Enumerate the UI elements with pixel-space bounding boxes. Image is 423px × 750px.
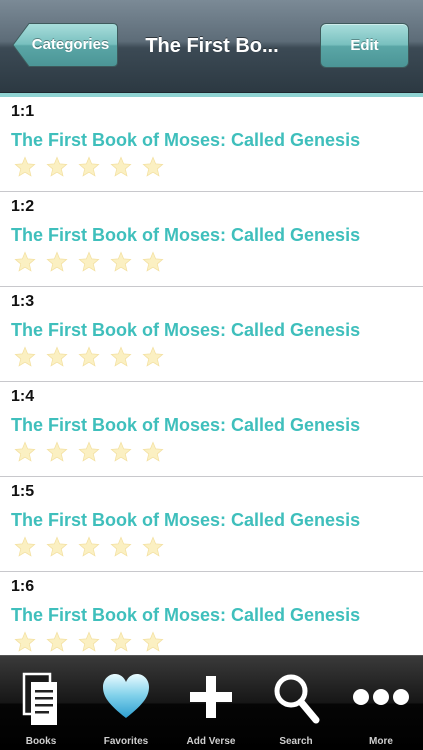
tab-add-verse-label: Add Verse	[186, 736, 236, 747]
star-icon[interactable]	[46, 441, 68, 463]
tab-books[interactable]: Books	[1, 662, 81, 750]
star-icon[interactable]	[14, 441, 36, 463]
star-icon[interactable]	[110, 631, 132, 653]
verse-row[interactable]: 1:3 The First Book of Moses: Called Genes…	[0, 287, 423, 382]
edit-button[interactable]: Edit	[320, 23, 409, 68]
verse-book-title: The First Book of Moses: Called Genesis	[11, 320, 361, 340]
verse-reference: 1:1	[11, 103, 35, 120]
back-button-label: Categories	[31, 36, 110, 53]
tab-search[interactable]: Search	[256, 662, 336, 750]
star-icon[interactable]	[110, 536, 132, 558]
star-icon[interactable]	[46, 631, 68, 653]
verse-book-title: The First Book of Moses: Called Genesis	[11, 415, 361, 435]
heart-icon	[86, 672, 166, 728]
star-icon[interactable]	[142, 536, 164, 558]
star-icon[interactable]	[142, 156, 164, 178]
tab-more[interactable]: More	[341, 662, 421, 750]
star-icon[interactable]	[142, 631, 164, 653]
verse-reference: 1:6	[11, 578, 35, 595]
verse-row[interactable]: 1:4 The First Book of Moses: Called Genes…	[0, 382, 423, 477]
star-icon[interactable]	[46, 156, 68, 178]
tab-favorites[interactable]: Favorites	[86, 662, 166, 750]
star-icon[interactable]	[78, 536, 100, 558]
verse-reference: 1:4	[11, 388, 35, 405]
categories-back-button[interactable]: Categories	[12, 22, 119, 68]
star-icon[interactable]	[142, 251, 164, 273]
verse-book-title: The First Book of Moses: Called Genesis	[11, 510, 361, 530]
verse-row[interactable]: 1:2 The First Book of Moses: Called Genes…	[0, 192, 423, 287]
star-icon[interactable]	[46, 346, 68, 368]
star-icon[interactable]	[142, 441, 164, 463]
star-icon[interactable]	[78, 251, 100, 273]
star-icon[interactable]	[110, 346, 132, 368]
star-icon[interactable]	[14, 251, 36, 273]
verse-row[interactable]: 1:6 The First Book of Moses: Called Genes…	[0, 572, 423, 655]
verse-row[interactable]: 1:1 The First Book of Moses: Called Genes…	[0, 97, 423, 192]
star-icon[interactable]	[78, 441, 100, 463]
verse-reference: 1:5	[11, 483, 35, 500]
star-icon[interactable]	[78, 156, 100, 178]
verse-book-title: The First Book of Moses: Called Genesis	[11, 130, 361, 150]
star-icon[interactable]	[14, 631, 36, 653]
tab-favorites-label: Favorites	[103, 736, 149, 747]
star-icon[interactable]	[142, 346, 164, 368]
verse-book-title: The First Book of Moses: Called Genesis	[11, 605, 361, 625]
star-icon[interactable]	[78, 346, 100, 368]
tab-more-label: More	[369, 736, 393, 747]
verse-row[interactable]: 1:5 The First Book of Moses: Called Genes…	[0, 477, 423, 572]
star-icon[interactable]	[110, 156, 132, 178]
tab-add-verse[interactable]: Add Verse	[171, 662, 251, 750]
tab-books-label: Books	[25, 736, 57, 747]
verse-reference: 1:3	[11, 293, 35, 310]
verse-book-title: The First Book of Moses: Called Genesis	[11, 225, 361, 245]
star-icon[interactable]	[14, 346, 36, 368]
magnifier-icon	[256, 672, 336, 728]
star-icon[interactable]	[78, 631, 100, 653]
page-title: The First Bo...	[145, 35, 279, 57]
star-icon[interactable]	[46, 536, 68, 558]
star-icon[interactable]	[110, 441, 132, 463]
star-icon[interactable]	[14, 536, 36, 558]
plus-icon	[171, 672, 251, 728]
star-icon[interactable]	[14, 156, 36, 178]
tab-bar: Books Favorites Add Verse Search More	[0, 655, 423, 750]
star-icon[interactable]	[110, 251, 132, 273]
star-icon[interactable]	[46, 251, 68, 273]
navigation-bar: Categories The First Bo... Edit	[0, 0, 423, 93]
verse-list[interactable]: 1:1 The First Book of Moses: Called Genes…	[0, 97, 423, 655]
verse-reference: 1:2	[11, 198, 35, 215]
tab-search-label: Search	[279, 736, 313, 747]
more-dots-icon	[341, 672, 421, 728]
books-icon	[1, 672, 81, 728]
